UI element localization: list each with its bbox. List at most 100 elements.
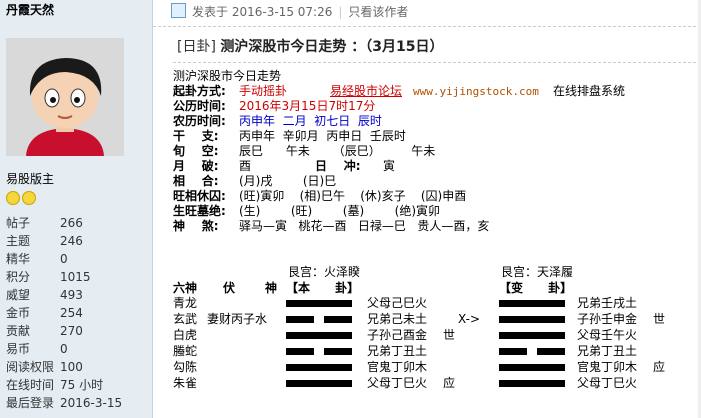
stat-value[interactable]: 266	[60, 214, 83, 232]
ben-yao-cell: 父母丁巳火	[367, 376, 428, 390]
posted-time: 2016-3-15 07:26	[231, 5, 333, 19]
hexagram-table: 艮宫：火泽睽 艮宫：天泽履 六神 伏 神 【本 卦】 【变 卦】 青龙 父母己巳火…	[173, 265, 693, 415]
liushen-cell: 勾陈	[173, 360, 198, 374]
wangxiang-label: 旺相休囚:	[173, 189, 226, 203]
shengwang-label: 生旺墓绝:	[173, 204, 226, 218]
stat-row: 积分 1015	[6, 268, 122, 286]
shensha-value: 驿马—寅 桃花—酉 日禄—巳 贵人—酉，亥	[239, 219, 490, 233]
divider	[153, 26, 701, 27]
liushen-cell: 青龙	[173, 296, 198, 310]
fu-header: 伏	[223, 281, 236, 295]
bian-yao-line	[499, 332, 565, 339]
content-line: 农历时间: 丙申年 二月 初七日 辰时	[173, 114, 701, 129]
liushen-cell: 白虎	[173, 328, 198, 342]
stat-label: 贡献	[6, 324, 31, 338]
content-line: 干 支: 丙申年 辛卯月 丙申日 壬辰时	[173, 129, 701, 144]
smiley-icon	[22, 191, 36, 205]
ben-shiying-cell: 应	[443, 376, 456, 390]
header-row: 六神 伏 神 【本 卦】 【变 卦】	[173, 281, 693, 296]
stat-value[interactable]: 0	[60, 250, 68, 268]
ben-yao-cell: 子孙己酉金	[367, 328, 428, 342]
stat-label: 金币	[6, 306, 31, 320]
ben-shiying-cell: 世	[443, 328, 456, 342]
stat-row: 在线时间 75 小时	[6, 376, 122, 394]
site-url[interactable]: www.yijingstock.com	[413, 84, 539, 99]
stat-value: 270	[60, 324, 83, 338]
stat-label: 最后登录	[6, 396, 55, 410]
liushen-cell: 螣蛇	[173, 344, 198, 358]
ben-yao-cell: 兄弟丁丑土	[367, 344, 428, 358]
ben-yao-line	[286, 300, 352, 307]
bian-yao-cell: 兄弟丁丑土	[577, 344, 638, 358]
richong-value: 寅	[383, 159, 396, 173]
stat-label: 易币	[6, 342, 31, 356]
content-line: 起卦方式: 手动摇卦 易经股市论坛 www.yijingstock.com 在线排…	[173, 84, 701, 99]
qigua-value: 手动摇卦	[239, 84, 288, 98]
ben-yao-cell: 兄弟己未土	[367, 312, 428, 326]
bian-yao-cell: 子孙壬申金	[577, 312, 638, 326]
yao-row: 玄武 妻财丙子水 兄弟己未土 X-> 子孙壬申金 世	[173, 312, 693, 327]
xianghe-value: (月)戌 (日)巳	[239, 174, 337, 188]
content-line: 旺相休囚: (旺)寅卯 (相)巳午 (休)亥子 (囚)申酉	[173, 189, 701, 204]
liushen-cell: 朱雀	[173, 376, 198, 390]
yao-row: 勾陈 官鬼丁卯木 官鬼丁卯木 应	[173, 360, 693, 375]
ben-yao-line	[324, 316, 352, 323]
change-arrow: X->	[458, 312, 481, 326]
ganzhi-label: 干 支:	[173, 129, 219, 143]
content-line: 公历时间: 2016年3月15日7时17分	[173, 99, 701, 114]
rank-stars	[6, 191, 38, 208]
ganzhi-value: 丙申年 辛卯月 丙申日 壬辰时	[239, 129, 406, 143]
ben-gong: 艮宫：火泽睽	[288, 265, 361, 279]
stat-value: 254	[60, 306, 83, 320]
online-status-icon	[171, 3, 186, 18]
bian-yao-cell: 兄弟壬戌土	[577, 296, 638, 310]
stat-label: 精华	[6, 252, 31, 266]
shengwang-value: (生) (旺) (墓) (绝)寅卯	[239, 204, 441, 218]
title-tag[interactable]: [日卦]	[177, 39, 216, 55]
ben-header: 【本 卦】	[286, 281, 360, 295]
content-line: 旬 空: 辰巳 午未 （辰巳） 午未	[173, 144, 701, 159]
stat-value[interactable]: 1015	[60, 268, 91, 286]
avatar[interactable]	[6, 38, 124, 156]
shen-header: 神	[265, 281, 278, 295]
bian-yao-line	[499, 348, 527, 355]
bian-gong: 艮宫：天泽履	[501, 265, 574, 279]
ben-yao-line	[286, 348, 314, 355]
author-only-link[interactable]: 只看该作者	[348, 5, 408, 19]
stat-row: 阅读权限 100	[6, 358, 122, 376]
gong-row: 艮宫：火泽睽 艮宫：天泽履	[173, 265, 693, 280]
yuepo-label: 月 破:	[173, 159, 219, 173]
yao-row: 朱雀 父母丁巳火 应 父母丁巳火	[173, 376, 693, 391]
bian-yao-line	[499, 380, 565, 387]
xunkong-label: 旬 空:	[173, 144, 219, 158]
ben-yao-line	[324, 348, 352, 355]
liushen-cell: 玄武	[173, 312, 198, 326]
fushen-cell: 妻财丙子水	[207, 312, 268, 326]
post-main: 发表于 2016-3-15 07:26 | 只看该作者 [日卦] 测沪深股市今日走势…	[153, 0, 701, 418]
liushen-header: 六神	[173, 281, 198, 295]
ben-yao-cell: 官鬼丁卯木	[367, 360, 428, 374]
post-title: [日卦] 测沪深股市今日走势 ：（3月15日）	[177, 36, 444, 56]
gongli-value: 2016年3月15日7时17分	[239, 99, 376, 113]
content-line: 生旺墓绝: (生) (旺) (墓) (绝)寅卯	[173, 204, 701, 219]
stat-label: 阅读权限	[6, 360, 55, 374]
qigua-label: 起卦方式:	[173, 84, 226, 98]
stat-label: 威望	[6, 288, 31, 302]
yao-row: 螣蛇 兄弟丁丑土 兄弟丁丑土	[173, 344, 693, 359]
content-line: 神 煞: 驿马—寅 桃花—酉 日禄—巳 贵人—酉，亥	[173, 219, 701, 234]
stat-label: 主题	[6, 234, 31, 248]
bian-shiying-cell: 世	[653, 312, 666, 326]
author-sidebar: 丹霞天然 易股版主 帖子 266 主题 246 精华 0 积分 1015 威望 493 金…	[0, 0, 153, 418]
post-meta-bar: 发表于 2016-3-15 07:26 | 只看该作者	[171, 3, 408, 19]
yao-row: 白虎 子孙己酉金 世 父母壬午火	[173, 328, 693, 343]
stat-row: 威望 493	[6, 286, 122, 304]
smiley-icon	[6, 191, 20, 205]
forum-link[interactable]: 易经股市论坛	[330, 84, 402, 99]
ben-yao-line	[286, 332, 352, 339]
content-line: 月 破: 酉 日 冲: 寅	[173, 159, 701, 174]
ben-yao-line	[286, 316, 314, 323]
stat-value: 493	[60, 288, 83, 302]
author-name[interactable]: 丹霞天然	[6, 1, 54, 18]
xunkong-value: 辰巳 午未 （辰巳） 午未	[239, 144, 436, 158]
stat-value[interactable]: 246	[60, 232, 83, 250]
